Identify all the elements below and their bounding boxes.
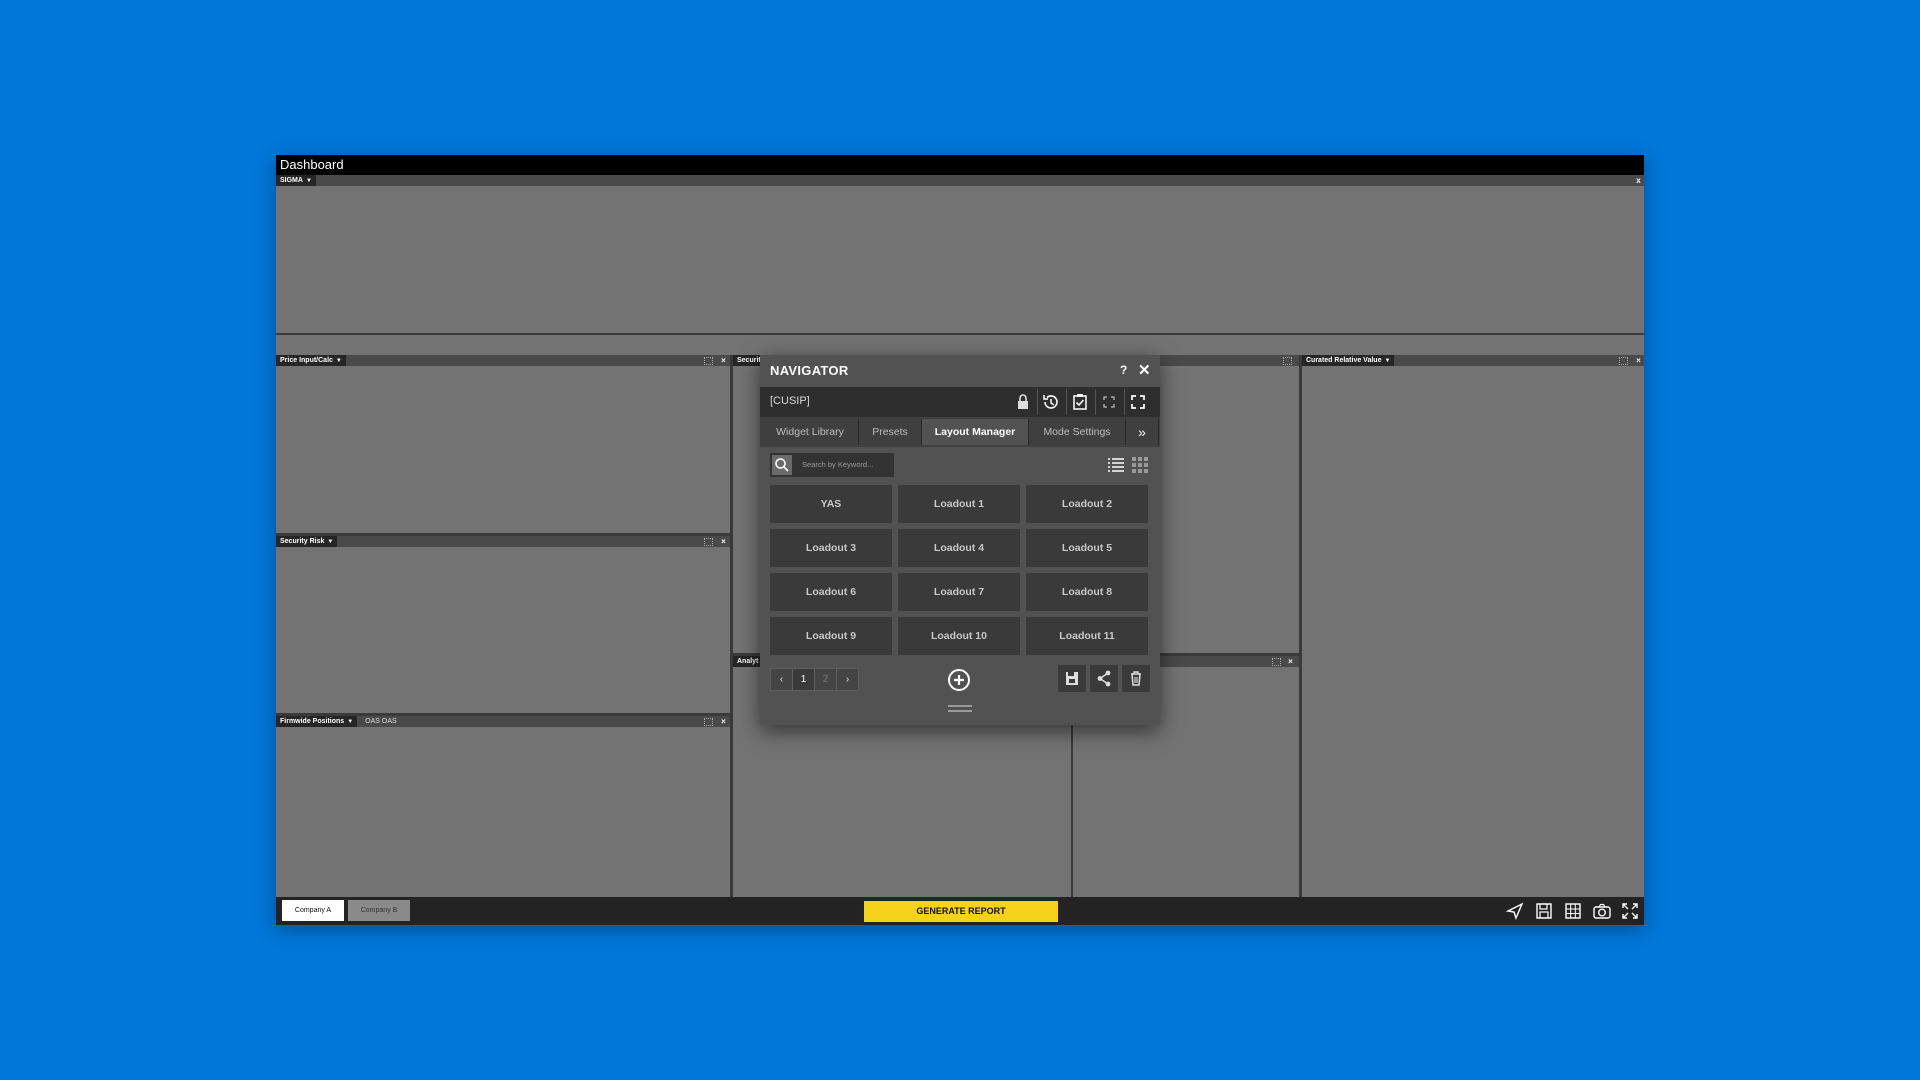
generate-report-button[interactable]: GENERATE REPORT — [864, 901, 1058, 922]
navigator-tabs: Widget Library Presets Layout Manager Mo… — [760, 417, 1160, 447]
price-input-panel-title: Price Input/Calc — [280, 357, 333, 364]
loadout-button-1[interactable]: Loadout 1 — [898, 485, 1020, 523]
help-icon[interactable]: ? — [1120, 363, 1127, 377]
save-icon[interactable] — [1533, 901, 1555, 921]
tab-presets[interactable]: Presets — [859, 419, 922, 445]
prev-page-button[interactable]: ‹ — [770, 668, 793, 691]
fullscreen-icon[interactable] — [1619, 901, 1641, 921]
loadout-button-4[interactable]: Loadout 4 — [898, 529, 1020, 567]
close-icon[interactable]: × — [718, 355, 729, 366]
grid-icon[interactable] — [1562, 901, 1584, 921]
chevron-down-icon[interactable]: ▼ — [1384, 358, 1390, 364]
price-input-panel-header[interactable]: Price Input/Calc ▼ × — [276, 355, 730, 366]
loadout-button-5[interactable]: Loadout 5 — [1026, 529, 1148, 567]
bottom-bar: Company A Company B GENERATE REPORT — [276, 897, 1644, 925]
maximize-icon[interactable] — [1272, 658, 1281, 666]
search-box: Search by Keyword... — [770, 453, 894, 477]
window-title: Dashboard — [276, 155, 1644, 175]
firmwide-column-labels: OAS OAS — [365, 718, 397, 725]
tab-widget-library[interactable]: Widget Library — [762, 419, 859, 445]
firmwide-positions-panel: Firmwide Positions ▼ OAS OAS × — [276, 716, 730, 897]
loadout-button-6[interactable]: Loadout 6 — [770, 573, 892, 611]
maximize-icon[interactable] — [704, 538, 713, 546]
company-tab-a[interactable]: Company A — [282, 900, 344, 921]
collapse-icon[interactable] — [1095, 389, 1122, 415]
trash-icon — [1131, 671, 1141, 686]
navigator-dialog: NAVIGATOR ? ✕ [CUSIP] Widget Library Pre… — [760, 355, 1160, 725]
loadout-button-8[interactable]: Loadout 8 — [1026, 573, 1148, 611]
close-icon[interactable]: × — [1633, 355, 1644, 366]
close-icon[interactable]: ✕ — [1138, 361, 1151, 379]
loadout-button-9[interactable]: Loadout 9 — [770, 617, 892, 655]
cusip-bar: [CUSIP] — [760, 387, 1160, 417]
list-view-icon[interactable] — [1106, 455, 1126, 475]
chevron-down-icon[interactable]: ▼ — [306, 178, 312, 184]
firmwide-panel-title: Firmwide Positions — [280, 718, 345, 725]
save-icon — [1066, 672, 1078, 685]
firmwide-panel-header[interactable]: Firmwide Positions ▼ OAS OAS × — [276, 716, 730, 727]
grid-view-icon[interactable] — [1130, 455, 1150, 475]
loadout-button-yas[interactable]: YAS — [770, 485, 892, 523]
drag-handle[interactable] — [948, 705, 972, 707]
analytics-panel-title: Analyt — [737, 658, 759, 665]
more-tabs-icon[interactable]: » — [1126, 419, 1159, 445]
history-icon[interactable] — [1037, 389, 1064, 415]
close-icon[interactable]: × — [718, 716, 729, 727]
price-input-panel: Price Input/Calc ▼ × — [276, 355, 730, 533]
page-2-button[interactable]: 2 — [814, 668, 837, 691]
sigma-panel: SIGMA ▼ x — [276, 175, 1644, 333]
next-page-button[interactable]: › — [836, 668, 859, 691]
close-icon[interactable]: × — [1285, 656, 1296, 667]
maximize-icon[interactable] — [704, 718, 713, 726]
drag-handle-line — [948, 710, 972, 712]
chevron-down-icon[interactable]: ▼ — [336, 358, 342, 364]
camera-icon[interactable] — [1591, 901, 1613, 921]
search-icon[interactable] — [772, 455, 792, 475]
loadout-button-3[interactable]: Loadout 3 — [770, 529, 892, 567]
curated-relative-value-panel: Curated Relative Value ▼ × — [1302, 355, 1644, 897]
add-loadout-icon[interactable] — [947, 668, 971, 692]
clipboard-check-icon[interactable] — [1066, 389, 1093, 415]
security-risk-panel-title: Security Risk — [280, 538, 325, 545]
share-layout-button[interactable] — [1090, 665, 1118, 692]
security-panel-title: Securit — [737, 357, 761, 364]
curated-panel-title: Curated Relative Value — [1306, 357, 1382, 364]
navigator-title: NAVIGATOR — [770, 363, 849, 378]
security-risk-panel: Security Risk ▼ × — [276, 536, 730, 713]
maximize-icon[interactable] — [704, 357, 713, 365]
maximize-icon[interactable] — [1619, 357, 1628, 365]
curated-panel-header[interactable]: Curated Relative Value ▼ × — [1302, 355, 1644, 366]
close-icon[interactable]: × — [718, 536, 729, 547]
company-tab-b[interactable]: Company B — [348, 900, 410, 921]
panel-divider — [1071, 715, 1073, 897]
lock-icon[interactable] — [1010, 389, 1036, 415]
sigma-panel-header[interactable]: SIGMA ▼ x — [276, 175, 1644, 186]
expand-icon[interactable] — [1124, 389, 1151, 415]
chevron-down-icon[interactable]: ▼ — [347, 719, 353, 725]
cusip-input[interactable]: [CUSIP] — [770, 395, 810, 407]
share-icon — [1097, 670, 1111, 687]
page-1-button[interactable]: 1 — [792, 668, 815, 691]
delete-layout-button[interactable] — [1122, 665, 1150, 692]
loadout-button-7[interactable]: Loadout 7 — [898, 573, 1020, 611]
loadout-button-2[interactable]: Loadout 2 — [1026, 485, 1148, 523]
sigma-panel-title: SIGMA — [280, 177, 303, 184]
tab-mode-settings[interactable]: Mode Settings — [1029, 419, 1126, 445]
loadout-button-11[interactable]: Loadout 11 — [1026, 617, 1148, 655]
chevron-down-icon[interactable]: ▼ — [327, 539, 333, 545]
tab-layout-manager[interactable]: Layout Manager — [922, 419, 1029, 445]
sigma-close-icon[interactable]: x — [1633, 175, 1644, 186]
panel-divider — [276, 333, 1644, 335]
maximize-icon[interactable] — [1283, 357, 1292, 365]
save-layout-button[interactable] — [1058, 665, 1086, 692]
loadout-button-10[interactable]: Loadout 10 — [898, 617, 1020, 655]
security-risk-panel-header[interactable]: Security Risk ▼ × — [276, 536, 730, 547]
search-input[interactable]: Search by Keyword... — [802, 460, 873, 469]
send-icon[interactable] — [1504, 901, 1526, 921]
